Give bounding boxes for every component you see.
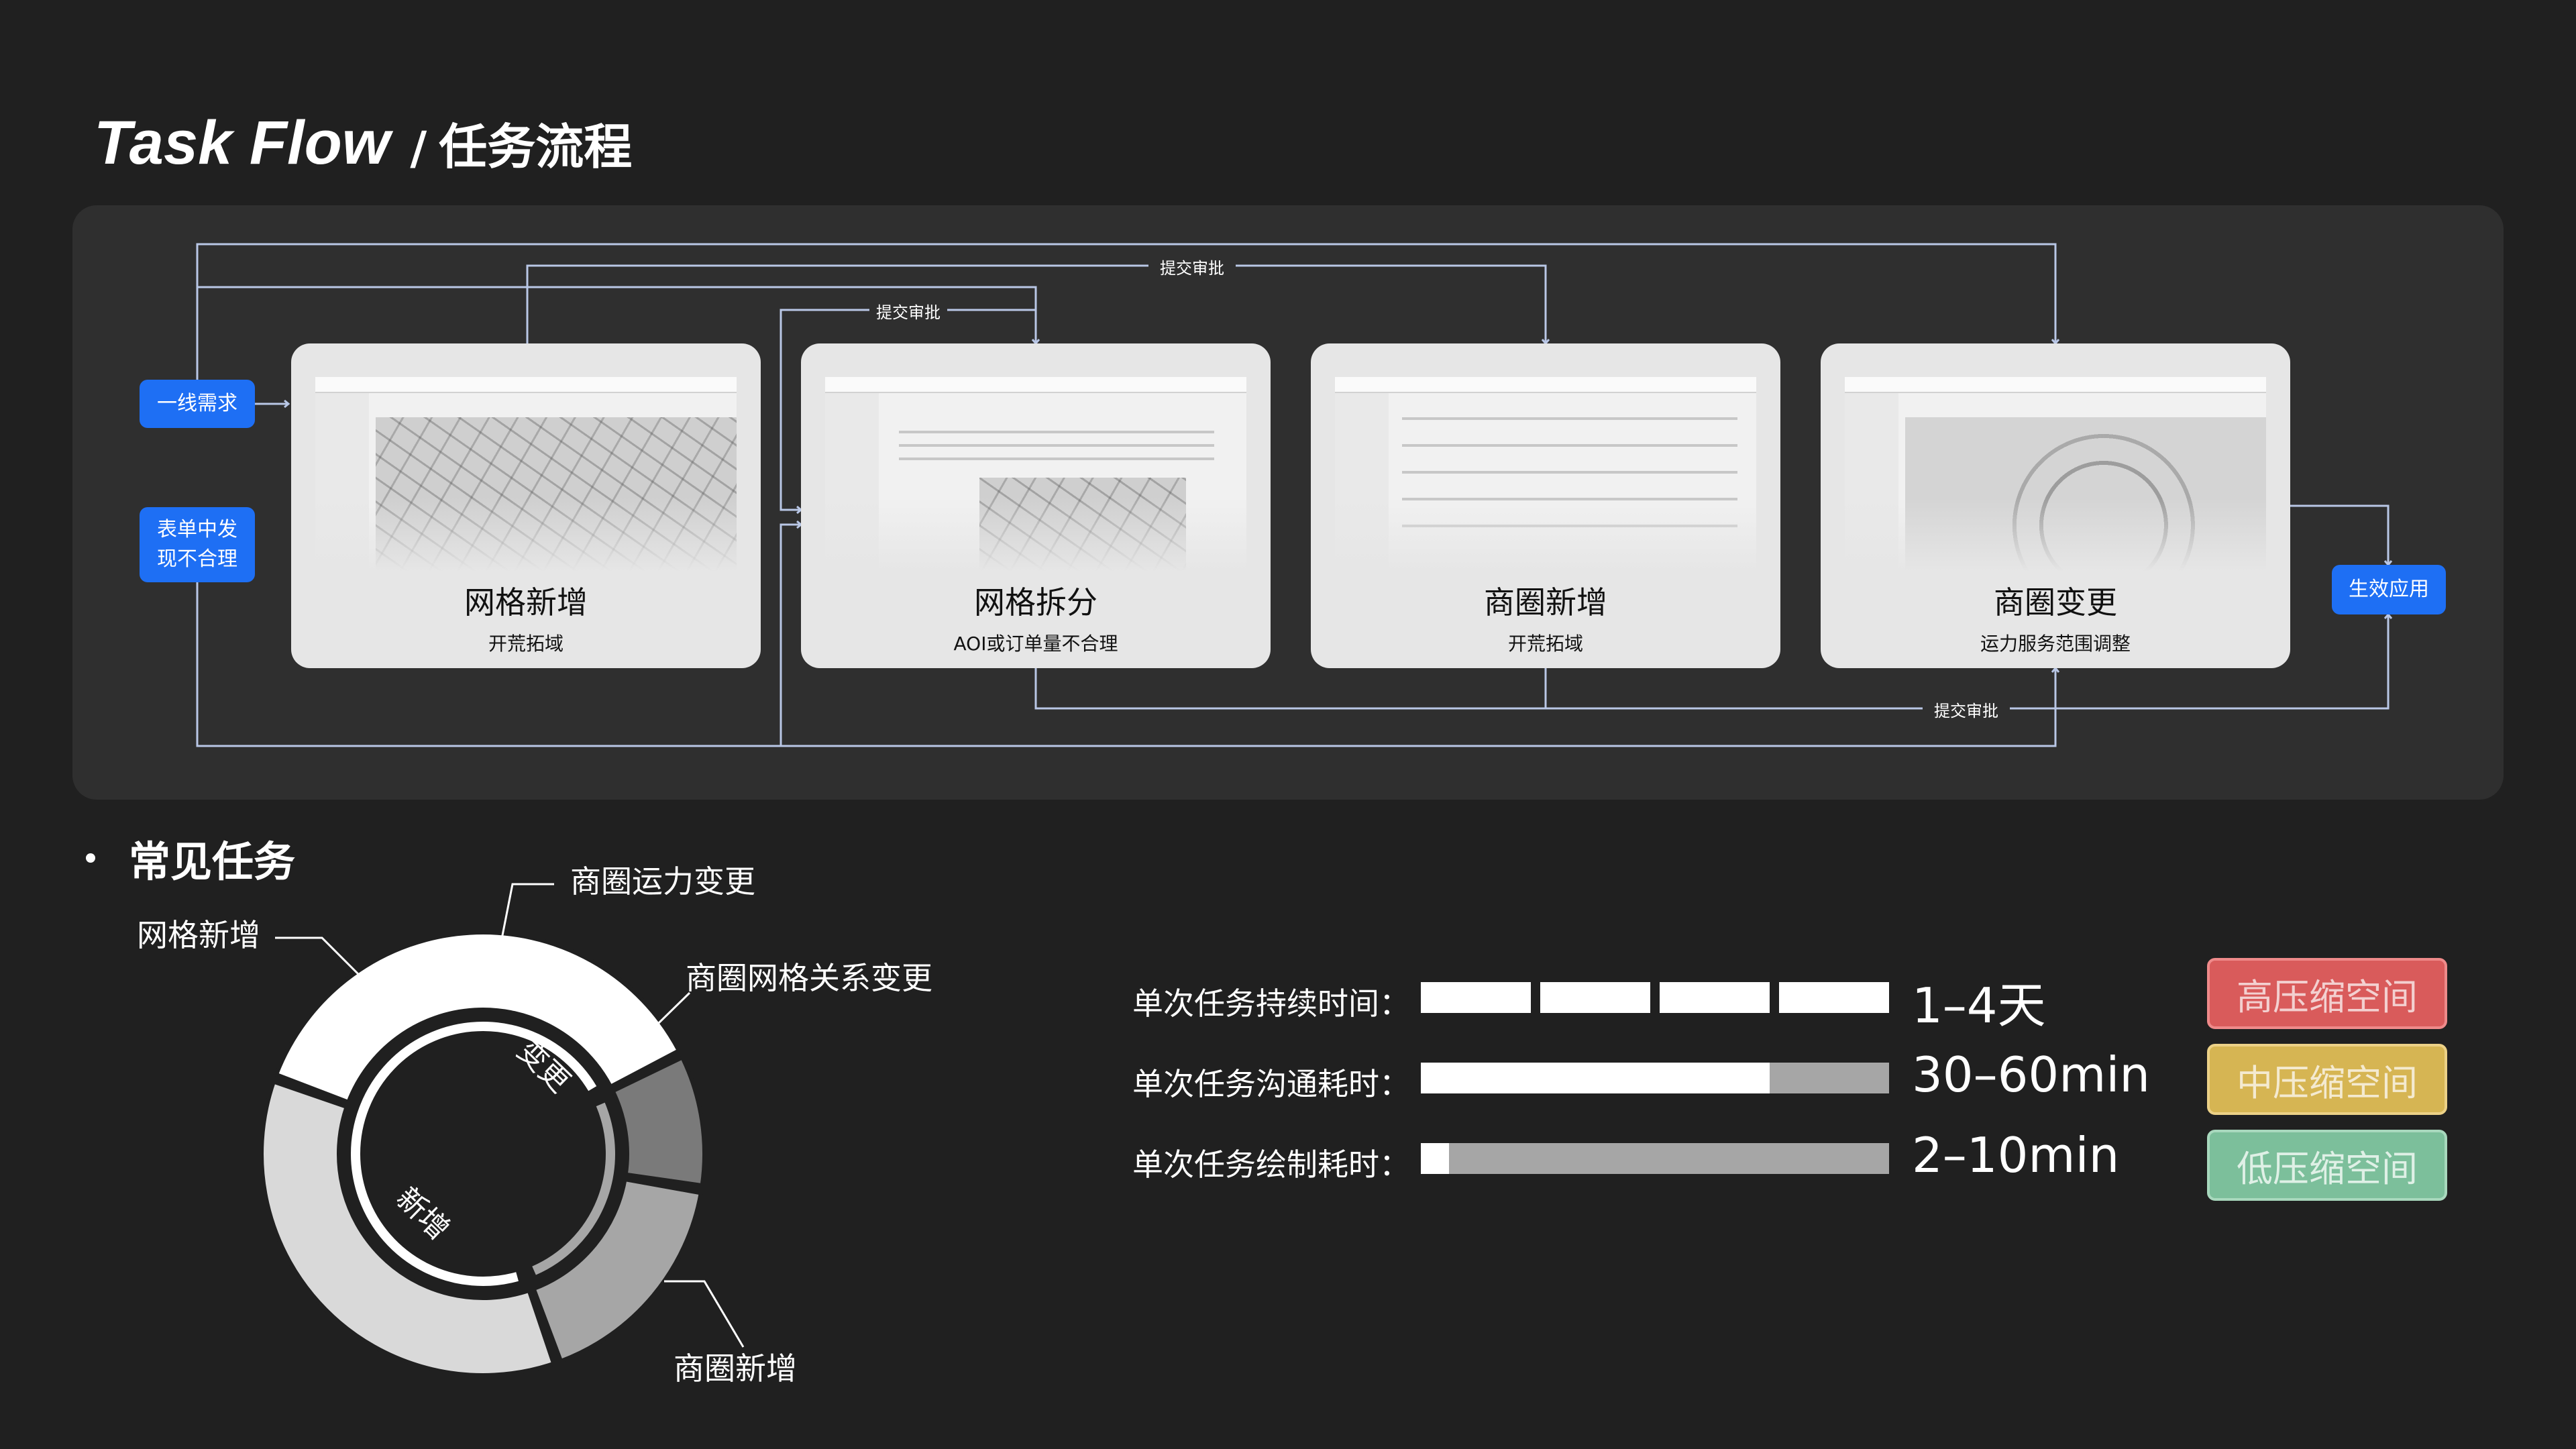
input-form-issue[interactable]: 表单中发 现不合理: [140, 507, 255, 582]
duration-bar-segment: [1421, 982, 1531, 1013]
screenshot-thumbnail: [1845, 377, 2266, 572]
flow-line: [780, 520, 803, 746]
badge-low-compression: 低压缩空间: [2207, 1130, 2447, 1201]
screenshot-thumbnail: [1335, 377, 1756, 572]
leader-line: [275, 936, 361, 977]
approval-label: 提交审批: [876, 303, 941, 322]
duration-bar-segment: [1540, 982, 1650, 1013]
duration-bar-segment: [1779, 982, 1889, 1013]
badge-high-compression: 高压缩空间: [2207, 958, 2447, 1029]
card-subtitle: 运力服务范围调整: [1980, 633, 2131, 655]
drawing-bar-fill: [1421, 1143, 1449, 1174]
task-card-area-new[interactable]: 商圈新增 开荒拓域: [1311, 343, 1780, 668]
card-title: 网格新增: [464, 584, 588, 621]
task-card-grid-new[interactable]: 网格新增 开荒拓域: [291, 343, 761, 668]
flow-line: [2290, 504, 2393, 567]
duration-bar-segment: [1660, 982, 1770, 1013]
donut-inner-label-change: 变更: [511, 1034, 577, 1099]
donut-label-grid-new: 网格新增: [137, 917, 260, 953]
metric-value-drawing: 2–10min: [1912, 1127, 2120, 1183]
screenshot-thumbnail: [825, 377, 1246, 572]
donut-label-area-new: 商圈新增: [674, 1350, 797, 1387]
screenshot-thumbnail: [315, 377, 737, 572]
card-subtitle: AOI或订单量不合理: [953, 633, 1118, 655]
donut-label-area-capacity: 商圈运力变更: [570, 863, 755, 900]
metric-label-duration: 单次任务持续时间：: [1132, 985, 1410, 1022]
task-card-grid-split[interactable]: 网格拆分 AOI或订单量不合理: [801, 343, 1271, 668]
card-title: 网格拆分: [974, 584, 1097, 621]
leader-line: [664, 1280, 745, 1348]
drawing-bar-track: [1421, 1143, 1889, 1174]
badge-medium-compression: 中压缩空间: [2207, 1044, 2447, 1115]
donut-label-area-grid-relation: 商圈网格关系变更: [686, 960, 932, 996]
card-subtitle: 开荒拓域: [1507, 633, 1583, 655]
card-title: 商圈变更: [1994, 584, 2117, 621]
task-card-area-change[interactable]: 商圈变更 运力服务范围调整: [1821, 343, 2290, 668]
task-donut-chart: 网格新增 商圈运力变更 商圈网格关系变更 商圈新增 变更 新增: [137, 863, 932, 1387]
approval-label: 提交审批: [1934, 702, 1998, 720]
donut-inner-label-new: 新增: [390, 1181, 456, 1247]
metric-label-drawing: 单次任务绘制耗时：: [1132, 1146, 1410, 1183]
card-title: 商圈新增: [1484, 584, 1607, 621]
input-frontline-demand[interactable]: 一线需求: [140, 380, 255, 428]
communication-bar-fill: [1421, 1063, 1770, 1093]
donut-segment: [531, 1177, 704, 1364]
donut-segment: [274, 930, 682, 1105]
card-subtitle: 开荒拓域: [488, 633, 564, 655]
donut-segment: [260, 1079, 557, 1377]
metric-label-communication: 单次任务沟通耗时：: [1132, 1066, 1410, 1102]
output-apply[interactable]: 生效应用: [2332, 565, 2446, 614]
metric-value-duration: 1–4天: [1912, 977, 2046, 1034]
metric-value-communication: 30–60min: [1912, 1046, 2151, 1103]
approval-label: 提交审批: [1160, 259, 1224, 278]
